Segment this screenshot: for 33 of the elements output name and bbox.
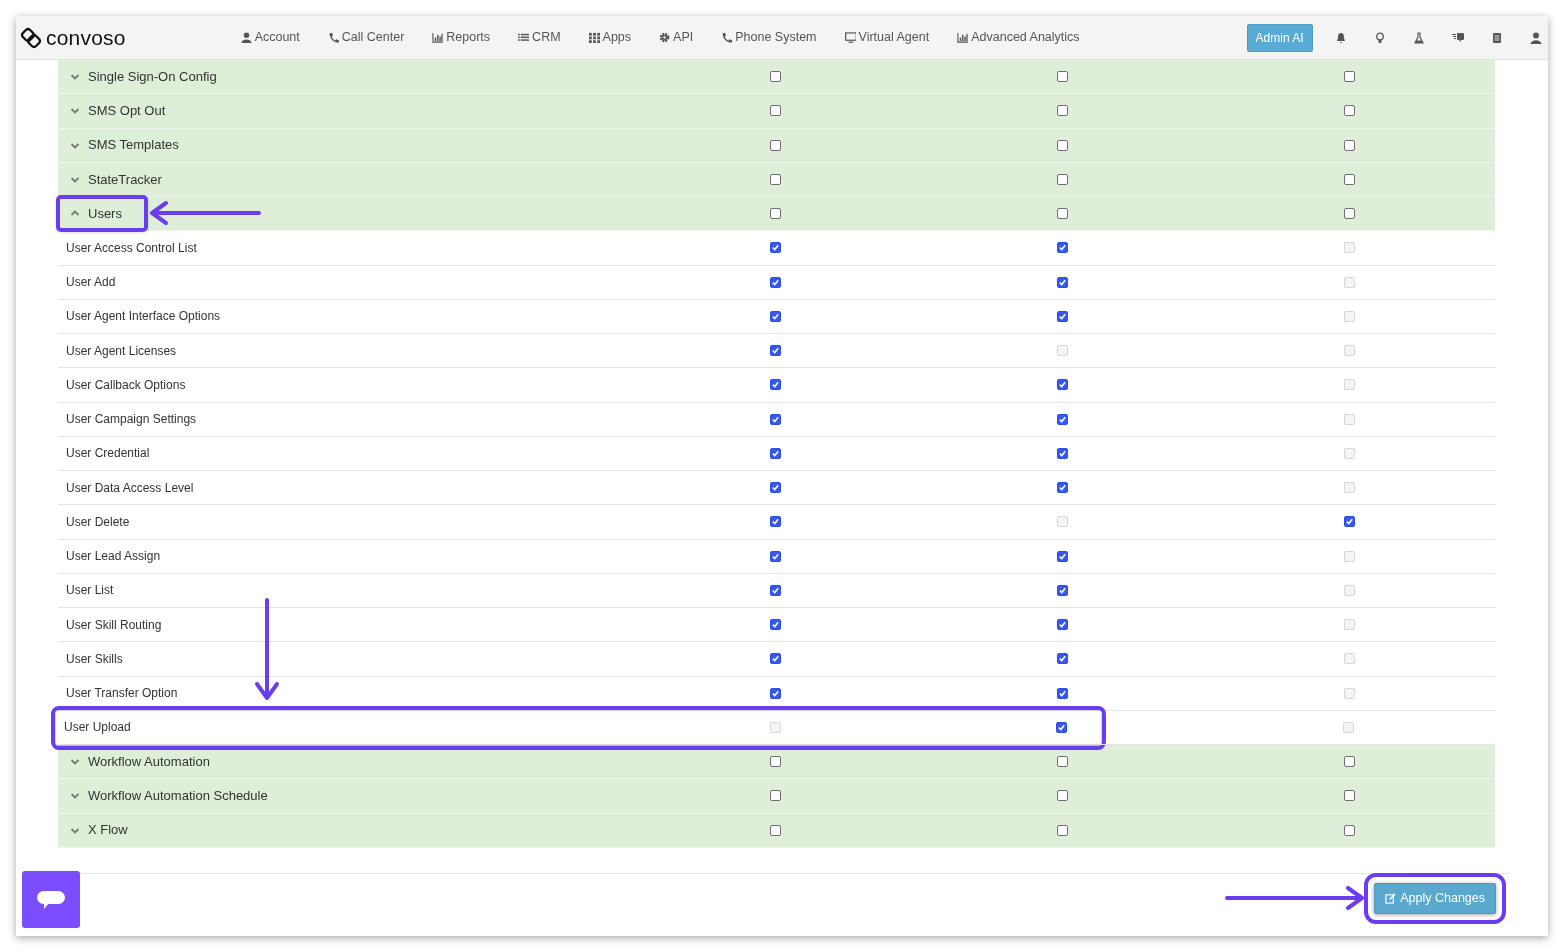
nav-link[interactable]: API [659,28,694,47]
permission-label: User Transfer Option [65,685,179,703]
permission-label: User Agent Licenses [65,342,178,360]
permission-label: User Lead Assign [65,548,162,566]
nav-link[interactable]: Phone System [721,28,817,47]
nav-link[interactable]: Account [240,28,300,47]
nav-link[interactable]: Advanced Analytics [957,28,1080,47]
nav-link[interactable]: Virtual Agent [844,28,930,47]
nav-link[interactable]: CRM [518,28,561,47]
group-toggle[interactable]: StateTracker [58,162,162,196]
permission-label: User Skills [65,650,124,668]
permission-label: User List [65,582,115,600]
group-toggle[interactable]: X Flow [58,813,128,847]
permission-label: User Agent Interface Options [65,308,222,326]
brand-logo[interactable]: convoso [20,21,126,54]
permission-label: User Callback Options [65,376,187,394]
group-toggle[interactable]: Workflow Automation Schedule [58,779,268,813]
permission-label: User Add [65,274,117,292]
permission-label: User Data Access Level [65,479,195,497]
group-toggle[interactable]: Workflow Automation [58,745,210,779]
group-toggle[interactable]: Single Sign-On Config [58,60,217,94]
permission-label: User Skill Routing [65,616,163,634]
permission-label: User Access Control List [65,239,198,257]
permission-label: User Upload [63,719,132,737]
permission-label: User Campaign Settings [65,411,198,429]
group-toggle[interactable]: SMS Opt Out [58,94,166,128]
group-toggle[interactable]: Users [58,197,146,231]
group-toggle[interactable]: SMS Templates [58,128,179,162]
nav-link[interactable]: Call Center [327,28,405,47]
nav-link[interactable]: Reports [432,28,491,47]
nav-link[interactable]: Apps [588,28,632,47]
permission-label: User Credential [65,445,151,463]
permission-label: User Delete [65,513,131,531]
